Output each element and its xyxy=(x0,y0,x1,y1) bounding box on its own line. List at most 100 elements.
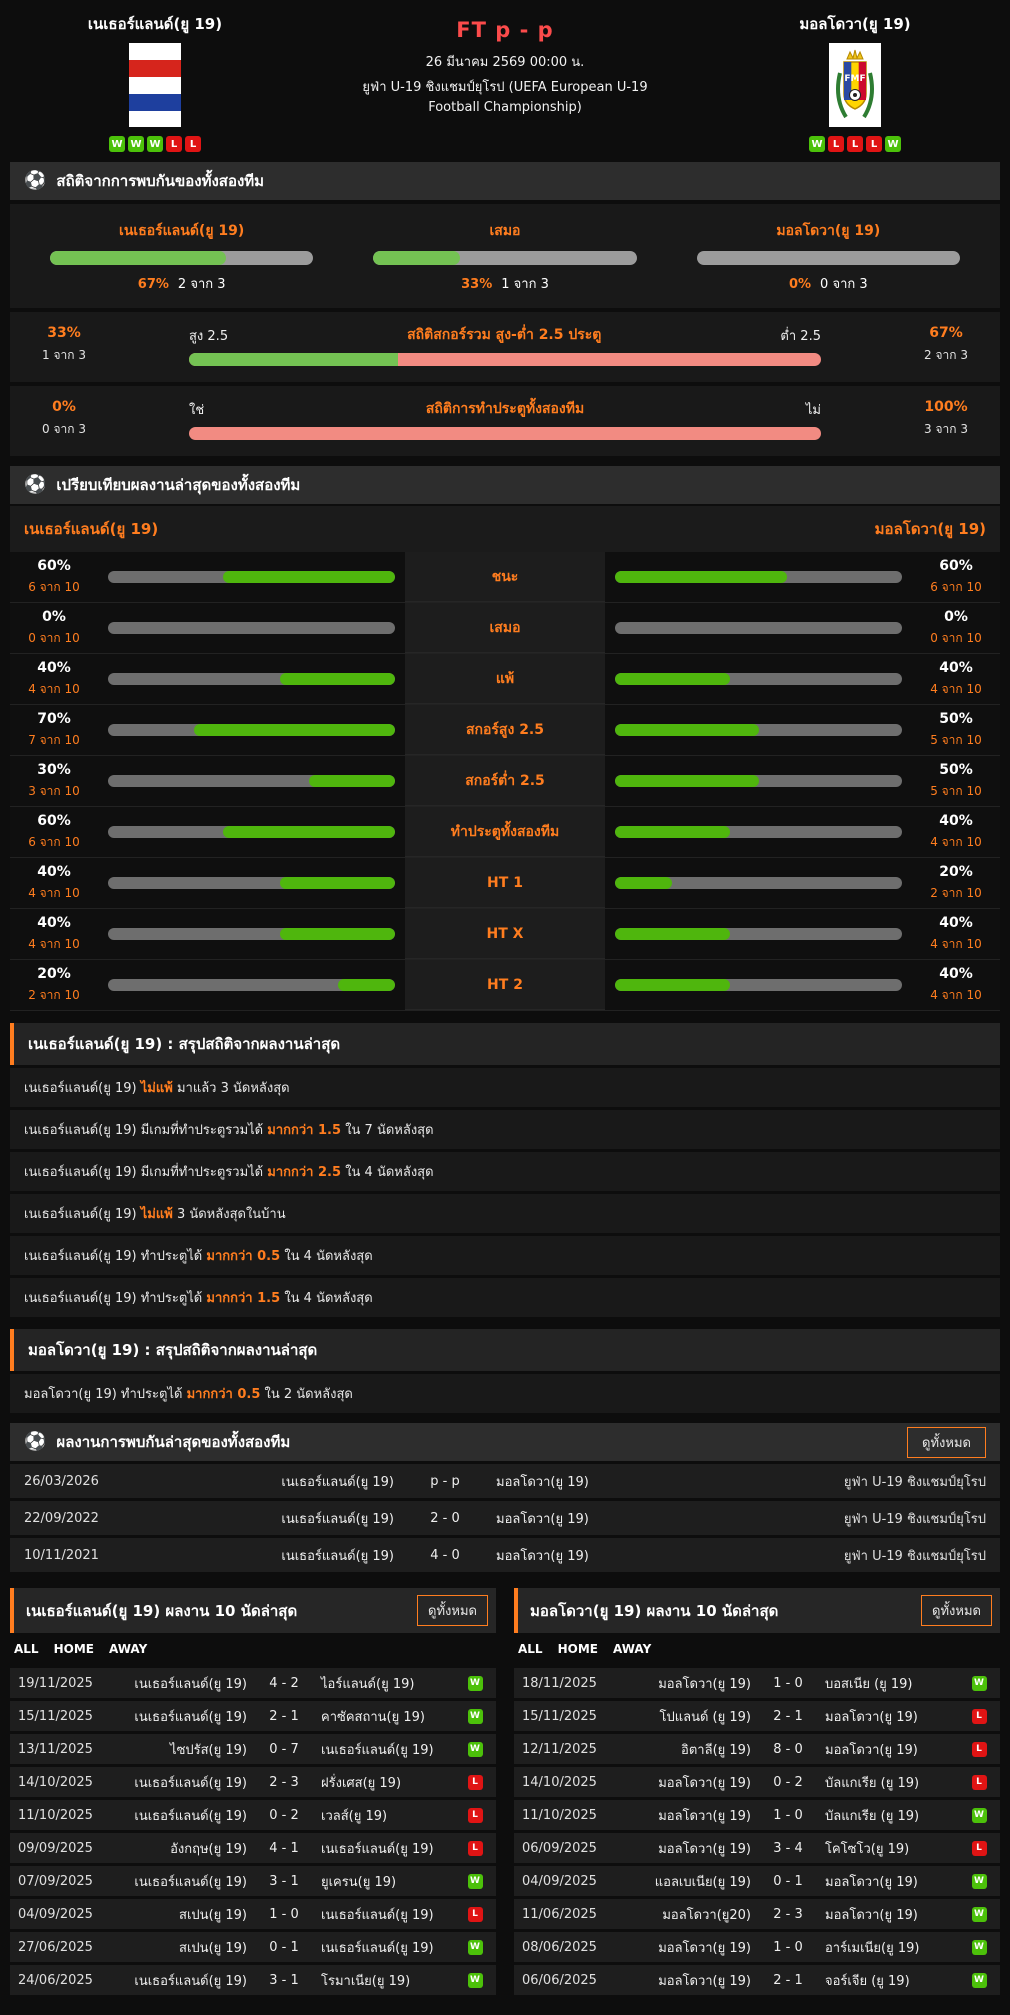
home-stat: 0% 0 จาก 10 xyxy=(10,609,98,648)
filter-tab[interactable]: AWAY xyxy=(613,1642,651,1656)
comparison-away-name: มอลโดวา(ยู 19) xyxy=(875,517,986,541)
home-stat: 30% 3 จาก 10 xyxy=(10,762,98,801)
bar-percent: 0% xyxy=(789,277,811,292)
home-team: สเปน(ยู 19) xyxy=(106,1937,257,1958)
match-date: 15/11/2025 xyxy=(18,1709,106,1724)
match-row[interactable]: 15/11/2025 โปแลนด์ (ยู 19) 2 - 1 มอลโดวา… xyxy=(514,1701,1000,1731)
page: เนเธอร์แลนด์(ยู 19) WWWLL FT p - p 26 มี… xyxy=(0,0,1010,2015)
filter-tab[interactable]: AWAY xyxy=(109,1642,147,1656)
home-stat: 60% 6 จาก 10 xyxy=(10,813,98,852)
match-score: 0 - 2 xyxy=(257,1808,311,1823)
away-bar xyxy=(605,724,912,736)
h2h-result-row[interactable]: 26/03/2026 เนเธอร์แลนด์(ยู 19) p - p มอล… xyxy=(10,1464,1000,1498)
progress-fill xyxy=(280,673,395,685)
match-row[interactable]: 15/11/2025 เนเธอร์แลนด์(ยู 19) 2 - 1 คาซ… xyxy=(10,1701,496,1731)
result-cell: W xyxy=(966,1940,992,1955)
match-row[interactable]: 12/11/2025 อิตาลี(ยู 19) 8 - 0 มอลโดวา(ย… xyxy=(514,1734,1000,1764)
progress-fill xyxy=(615,673,730,685)
progress-track xyxy=(108,724,395,736)
match-row[interactable]: 11/06/2025 มอลโดวา(ยู20) 2 - 3 มอลโดวา(ย… xyxy=(514,1899,1000,1929)
result-cell: W xyxy=(966,1907,992,1922)
h2h-result-row[interactable]: 10/11/2021 เนเธอร์แลนด์(ยู 19) 4 - 0 มอล… xyxy=(10,1538,1000,1572)
match-row[interactable]: 18/11/2025 มอลโดวา(ยู 19) 1 - 0 บอสเนีย … xyxy=(514,1668,1000,1698)
match-row[interactable]: 09/09/2025 อังกฤษ(ยู 19) 4 - 1 เนเธอร์แล… xyxy=(10,1833,496,1863)
progress-fill xyxy=(338,979,395,991)
away-team: โคโซโว(ยู 19) xyxy=(815,1838,966,1859)
form-badge: W xyxy=(128,136,144,152)
progress-fill xyxy=(194,724,395,736)
stat-label-text: สกอร์สูง 2.5 xyxy=(466,719,544,741)
summary-text: ใน 2 นัดหลังสุด xyxy=(265,1387,353,1402)
progress-track xyxy=(697,251,960,265)
match-row[interactable]: 06/06/2025 มอลโดวา(ยู 19) 2 - 1 จอร์เจีย… xyxy=(514,1965,1000,1995)
ou-over-label: สูง 2.5 xyxy=(189,325,228,346)
filter-tab[interactable]: HOME xyxy=(558,1642,598,1656)
match-row[interactable]: 27/06/2025 สเปน(ยู 19) 0 - 1 เนเธอร์แลนด… xyxy=(10,1932,496,1962)
comparison-row: 0% 0 จาก 10 เสมอ 0% xyxy=(10,603,1000,654)
competition-name: ยูฟ่า U-19 ชิงแชมป์ยุโรป xyxy=(756,1545,986,1566)
away-team-block: มอลโดวา(ยู 19) FMF WLLLW xyxy=(710,12,1000,152)
summary-text: มาแล้ว 3 นัดหลังสุด xyxy=(177,1081,290,1096)
home-team: เนเธอร์แลนด์(ยู 19) xyxy=(134,1471,414,1492)
progress-fill xyxy=(280,877,395,889)
match-date: 24/06/2025 xyxy=(18,1973,106,1988)
away-team: มอลโดวา(ยู 19) xyxy=(476,1508,756,1529)
away-recent-tabs: ALL HOME AWAY xyxy=(514,1633,1000,1665)
away-stat: 20% 2 จาก 10 xyxy=(912,864,1000,903)
netherlands-flag xyxy=(129,43,181,127)
summary-text: ใน 7 นัดหลังสุด xyxy=(345,1123,433,1138)
match-score: 4 - 0 xyxy=(414,1548,476,1563)
summary-item: เนเธอร์แลนด์(ยู 19) ทำประตูได้ มากกว่า 0… xyxy=(10,1236,1000,1275)
home-team: มอลโดวา(ยู 19) xyxy=(610,1772,761,1793)
comparison-row: 40% 4 จาก 10 แพ้ 40% xyxy=(10,654,1000,705)
home-bar xyxy=(98,571,405,583)
match-score: FT p - p xyxy=(300,18,710,42)
view-all-button[interactable]: ดูทั้งหมด xyxy=(417,1595,488,1626)
summary-item: เนเธอร์แลนด์(ยู 19) ไม่แพ้ 3 นัดหลังสุดใ… xyxy=(10,1194,1000,1233)
away-team: บัลแกเรีย (ยู 19) xyxy=(815,1805,966,1826)
view-all-button[interactable]: ดูทั้งหมด xyxy=(921,1595,992,1626)
summary-highlight: มากกว่า 0.5 xyxy=(206,1249,280,1264)
btts-right-count: 3 จาก 3 xyxy=(906,420,986,439)
away-count: 0 จาก 10 xyxy=(912,629,1000,648)
progress-fill xyxy=(50,251,226,265)
match-row[interactable]: 11/10/2025 เนเธอร์แลนด์(ยู 19) 0 - 2 เวล… xyxy=(10,1800,496,1830)
match-score: 1 - 0 xyxy=(257,1907,311,1922)
match-date: 06/06/2025 xyxy=(522,1973,610,1988)
match-row[interactable]: 14/10/2025 มอลโดวา(ยู 19) 0 - 2 บัลแกเรี… xyxy=(514,1767,1000,1797)
away-team: มอลโดวา(ยู 19) xyxy=(476,1471,756,1492)
btts-right-percent: 100% xyxy=(906,399,986,415)
comparison-team-names: เนเธอร์แลนด์(ยู 19) มอลโดวา(ยู 19) xyxy=(10,506,1000,552)
away-stat: 40% 4 จาก 10 xyxy=(912,813,1000,852)
away-team: เนเธอร์แลนด์(ยู 19) xyxy=(311,1937,462,1958)
filter-tab[interactable]: HOME xyxy=(54,1642,94,1656)
match-row[interactable]: 11/10/2025 มอลโดวา(ยู 19) 1 - 0 บัลแกเรี… xyxy=(514,1800,1000,1830)
progress-fill xyxy=(615,775,759,787)
progress-track xyxy=(108,775,395,787)
match-score: 1 - 0 xyxy=(761,1676,815,1691)
match-date: 04/09/2025 xyxy=(18,1907,106,1922)
moldova-crest: FMF xyxy=(829,43,881,127)
match-row[interactable]: 08/06/2025 มอลโดวา(ยู 19) 1 - 0 อาร์เมเน… xyxy=(514,1932,1000,1962)
result-cell: W xyxy=(462,1742,488,1757)
match-row[interactable]: 07/09/2025 เนเธอร์แลนด์(ยู 19) 3 - 1 ยูเ… xyxy=(10,1866,496,1896)
away-stat: 40% 4 จาก 10 xyxy=(912,660,1000,699)
match-row[interactable]: 06/09/2025 มอลโดวา(ยู 19) 3 - 4 โคโซโว(ย… xyxy=(514,1833,1000,1863)
match-row[interactable]: 13/11/2025 ไซปรัส(ยู 19) 0 - 7 เนเธอร์แล… xyxy=(10,1734,496,1764)
comparison-row: 60% 6 จาก 10 ชนะ 60% xyxy=(10,552,1000,603)
away-recent-header: มอลโดวา(ยู 19) ผลงาน 10 นัดล่าสุด ดูทั้ง… xyxy=(514,1588,1000,1633)
match-row[interactable]: 04/09/2025 สเปน(ยู 19) 1 - 0 เนเธอร์แลนด… xyxy=(10,1899,496,1929)
view-all-button[interactable]: ดูทั้งหมด xyxy=(907,1427,986,1458)
h2h-results-header: ⚽ ผลงานการพบกันล่าสุดของทั้งสองทีม ดูทั้… xyxy=(10,1423,1000,1461)
h2h-result-bar: เสมอ 33%1 จาก 3 xyxy=(373,220,636,294)
filter-tab[interactable]: ALL xyxy=(518,1642,543,1656)
progress-track xyxy=(615,877,902,889)
match-row[interactable]: 14/10/2025 เนเธอร์แลนด์(ยู 19) 2 - 3 ฝรั… xyxy=(10,1767,496,1797)
home-team: เนเธอร์แลนด์(ยู 19) xyxy=(134,1545,414,1566)
match-row[interactable]: 24/06/2025 เนเธอร์แลนด์(ยู 19) 3 - 1 โรม… xyxy=(10,1965,496,1995)
h2h-result-row[interactable]: 22/09/2022 เนเธอร์แลนด์(ยู 19) 2 - 0 มอล… xyxy=(10,1501,1000,1535)
filter-tab[interactable]: ALL xyxy=(14,1642,39,1656)
match-row[interactable]: 04/09/2025 แอลเบเนีย(ยู 19) 0 - 1 มอลโดว… xyxy=(514,1866,1000,1896)
home-bar xyxy=(98,775,405,787)
match-row[interactable]: 19/11/2025 เนเธอร์แลนด์(ยู 19) 4 - 2 ไอร… xyxy=(10,1668,496,1698)
